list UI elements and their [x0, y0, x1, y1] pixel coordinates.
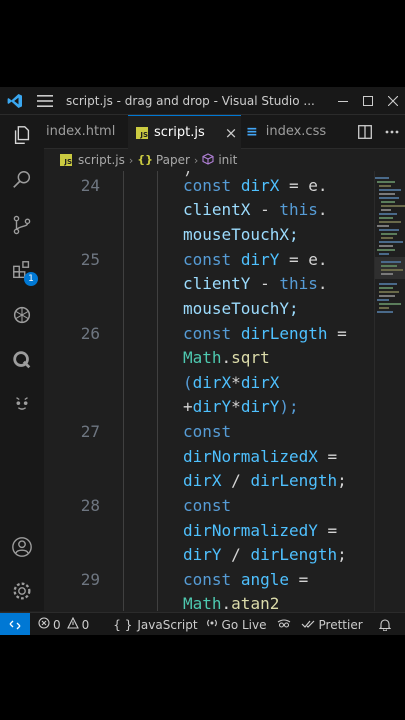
error-count: 0: [53, 617, 61, 632]
warning-icon: [66, 616, 79, 632]
split-editor-icon[interactable]: [351, 115, 378, 148]
tab-label: script.js: [154, 125, 205, 140]
code-line: Math.sqrt: [183, 348, 270, 367]
code-line: +dirY*dirY);: [183, 397, 299, 416]
title-bar: script.js - drag and drop - Visual Studi…: [0, 87, 405, 115]
search-icon[interactable]: [0, 160, 44, 200]
code-line: dirNormalizedX =: [183, 447, 338, 466]
line-number: 24: [80, 176, 100, 195]
code-line: const dirY = e.: [183, 250, 328, 269]
vscode-window: script.js - drag and drop - Visual Studi…: [0, 87, 405, 635]
tab-index-css[interactable]: ≡ index.css: [246, 115, 351, 148]
indent-guide: [157, 171, 158, 611]
class-symbol-icon: {}: [137, 153, 153, 166]
editor-tabs: index.html JS script.js × ≡ index.css: [44, 115, 405, 149]
source-control-icon[interactable]: [0, 205, 44, 245]
line-number: 26: [80, 324, 100, 343]
css-file-icon: ≡: [246, 123, 258, 140]
code-line: Math.atan2: [183, 594, 280, 611]
maximize-icon[interactable]: [355, 87, 380, 114]
remote-indicator-icon[interactable]: [0, 613, 30, 635]
tab-script-js[interactable]: JS script.js ×: [128, 115, 241, 149]
code-line: const dirX = e.: [183, 176, 328, 195]
code-line: const: [183, 422, 232, 441]
notifications-bell-icon[interactable]: [378, 618, 391, 631]
window-title: script.js - drag and drop - Visual Studi…: [66, 93, 315, 108]
line-number: 28: [80, 496, 100, 515]
status-bar: 0 0 { } JavaScript Go Live Prettier: [0, 612, 405, 635]
code-line: const: [183, 496, 232, 515]
code-line: mouseTouchY;: [183, 299, 299, 318]
explorer-icon[interactable]: [0, 115, 44, 155]
code-line: dirX / dirLength;: [183, 471, 347, 490]
tab-label: index.css: [265, 124, 327, 139]
broadcast-icon: [206, 617, 218, 632]
chevron-right-icon: ›: [193, 153, 199, 167]
double-check-icon: [301, 618, 315, 632]
tab-label: index.html: [46, 124, 116, 139]
line-number: 27: [80, 422, 100, 441]
activity-bar: 1: [0, 115, 45, 611]
javascript-file-icon: JS: [136, 126, 148, 139]
more-actions-icon[interactable]: [378, 115, 405, 148]
code-line: dirY / dirLength;: [183, 545, 347, 564]
tab-index-html[interactable]: index.html: [44, 115, 128, 148]
minimize-icon[interactable]: [330, 87, 355, 114]
method-symbol-icon: [202, 152, 214, 168]
openai-icon[interactable]: [0, 295, 44, 335]
javascript-file-icon: JS: [60, 154, 72, 166]
warning-count: 0: [81, 617, 90, 632]
account-icon[interactable]: [0, 527, 44, 567]
error-icon: [38, 617, 50, 632]
prettier-label: Prettier: [318, 617, 363, 632]
go-live-label: Go Live: [221, 617, 267, 632]
language-mode[interactable]: { } JavaScript: [113, 618, 197, 632]
breadcrumb-method[interactable]: init: [218, 153, 237, 167]
breadcrumb-file[interactable]: script.js: [78, 153, 125, 167]
code-line: const angle =: [183, 570, 309, 589]
code-line: clientY - this.: [183, 274, 328, 293]
tab-close-icon[interactable]: ×: [225, 124, 238, 142]
problems-status[interactable]: 0 0: [38, 616, 90, 632]
menu-icon[interactable]: [30, 87, 60, 114]
prettier-status[interactable]: Prettier: [301, 618, 363, 632]
line-number: 29: [80, 570, 100, 589]
code-line: dirNormalizedY =: [183, 521, 338, 540]
go-live-button[interactable]: Go Live: [206, 617, 267, 632]
line-number: 25: [80, 250, 100, 269]
braces-icon: { }: [113, 617, 133, 632]
code-editor[interactable]: ) 24 const dirX = e. clientX - this. mou…: [44, 171, 374, 611]
indent-guide: [123, 171, 124, 611]
code-line: const dirLength =: [183, 324, 347, 343]
language-label: JavaScript: [137, 617, 198, 632]
minimap[interactable]: [374, 171, 405, 611]
copilot-status-icon[interactable]: [277, 618, 291, 631]
settings-gear-icon[interactable]: [0, 571, 44, 611]
close-window-icon[interactable]: [380, 87, 405, 114]
assistant-icon[interactable]: [0, 340, 44, 380]
copilot-icon[interactable]: [0, 385, 44, 425]
code-line: mouseTouchX;: [183, 225, 299, 244]
breadcrumb-class[interactable]: Paper: [156, 153, 190, 167]
vscode-logo-icon: [0, 87, 30, 114]
chevron-right-icon: ›: [128, 153, 134, 167]
breadcrumb: JS script.js › {} Paper › init: [44, 149, 405, 171]
code-line: clientX - this.: [183, 200, 328, 219]
extensions-icon[interactable]: 1: [0, 250, 44, 290]
code-line: (dirX*dirX: [183, 373, 280, 392]
extensions-badge: 1: [24, 272, 38, 286]
